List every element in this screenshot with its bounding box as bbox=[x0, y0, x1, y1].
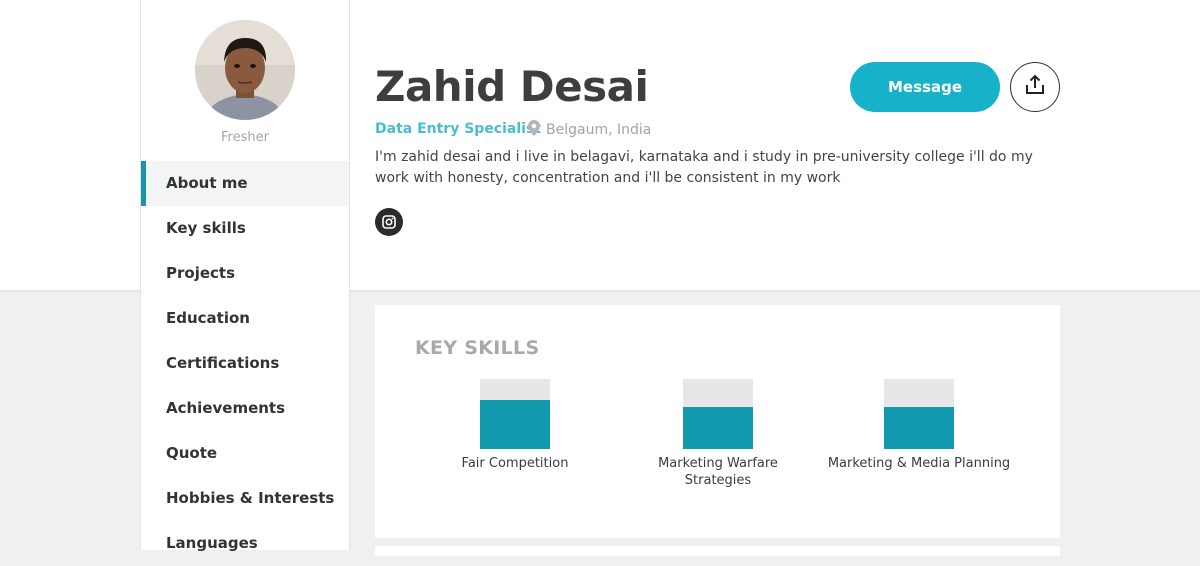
skill-item: Marketing & Media Planning bbox=[824, 379, 1014, 472]
share-button[interactable] bbox=[1010, 62, 1060, 112]
key-skills-title: KEY SKILLS bbox=[415, 337, 540, 359]
sidebar-item-education[interactable]: Education bbox=[141, 296, 349, 341]
key-skills-card: KEY SKILLS Fair Competition Marketing Wa… bbox=[375, 305, 1060, 538]
share-upload-icon bbox=[1024, 74, 1046, 100]
skill-label: Marketing & Media Planning bbox=[827, 456, 1011, 471]
skill-level-fill bbox=[884, 407, 954, 449]
profile-location: Belgaum, India bbox=[528, 120, 651, 140]
skill-level-track bbox=[683, 379, 753, 449]
skill-item: Fair Competition bbox=[420, 379, 610, 472]
location-text: Belgaum, India bbox=[546, 122, 652, 138]
sidebar-item-about-me[interactable]: About me bbox=[141, 161, 349, 206]
sidebar: Fresher About me Key skills Projects Edu… bbox=[140, 0, 350, 552]
skill-level-track bbox=[884, 379, 954, 449]
sidebar-item-hobbies-interests[interactable]: Hobbies & Interests bbox=[141, 476, 349, 521]
instagram-icon[interactable] bbox=[375, 208, 403, 236]
message-button[interactable]: Message bbox=[850, 62, 1000, 112]
avatar bbox=[195, 20, 295, 120]
skill-label: Marketing Warfare Strategies bbox=[658, 456, 778, 488]
profile-name: Zahid Desai bbox=[375, 62, 649, 111]
profile-role: Data Entry Specialist bbox=[375, 121, 541, 137]
sidebar-item-key-skills[interactable]: Key skills bbox=[141, 206, 349, 251]
about-text: I'm zahid desai and i live in belagavi, … bbox=[375, 149, 1033, 186]
sidebar-item-achievements[interactable]: Achievements bbox=[141, 386, 349, 431]
skill-label: Fair Competition bbox=[461, 456, 569, 471]
skill-level-fill bbox=[683, 407, 753, 449]
sidebar-item-quote[interactable]: Quote bbox=[141, 431, 349, 476]
sidebar-item-certifications[interactable]: Certifications bbox=[141, 341, 349, 386]
sidebar-nav: About me Key skills Projects Education C… bbox=[141, 161, 349, 566]
map-pin-icon bbox=[528, 120, 540, 140]
sidebar-item-languages[interactable]: Languages bbox=[141, 521, 349, 566]
skill-item: Marketing Warfare Strategies bbox=[623, 379, 813, 489]
skill-level-track bbox=[480, 379, 550, 449]
experience-label: Fresher bbox=[221, 130, 269, 145]
skill-level-fill bbox=[480, 400, 550, 449]
sidebar-item-projects[interactable]: Projects bbox=[141, 251, 349, 296]
next-section-card bbox=[375, 546, 1060, 556]
